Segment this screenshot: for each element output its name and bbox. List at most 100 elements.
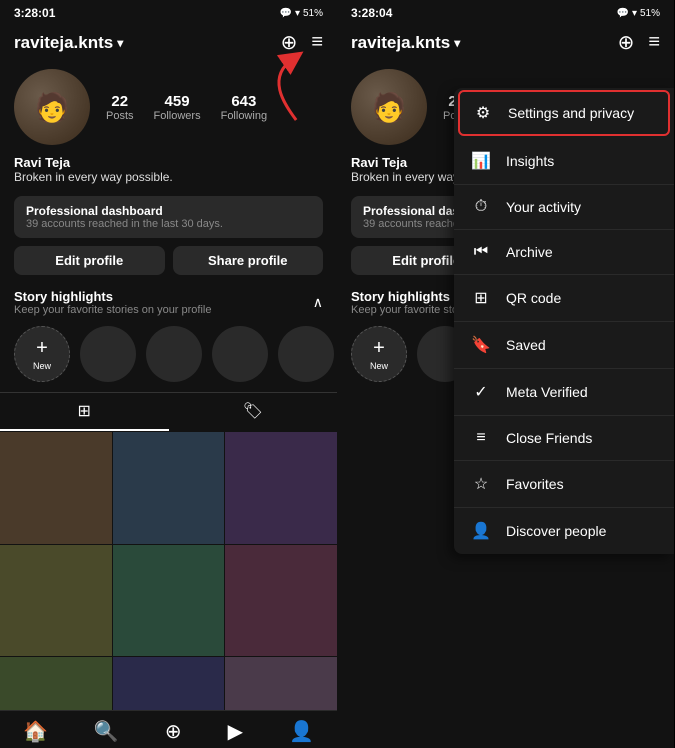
wifi-icon: ▾ (295, 8, 300, 19)
nav-search-icon[interactable]: 🔍 (94, 719, 119, 744)
saved-icon: 🔖 (470, 335, 492, 355)
profile-bio: Broken in every way possible. (14, 170, 323, 184)
photo-cell-2[interactable] (113, 432, 225, 544)
story-highlights-subtitle: Keep your favorite stories on your profi… (14, 304, 212, 316)
status-time-left: 3:28:01 (14, 6, 55, 20)
nav-add-icon[interactable]: ⊕ (165, 719, 182, 744)
settings-icon: ⚙ (472, 103, 494, 123)
photo-cell-9[interactable] (225, 657, 337, 710)
saved-label: Saved (506, 337, 546, 353)
menu-meta-verified[interactable]: ✓ Meta Verified (454, 369, 674, 416)
left-panel: 3:28:01 💬 ▾ 51% raviteja.knts ▾ ⊕ ≡ 🧑 22… (0, 0, 337, 748)
nav-reels-icon[interactable]: ▶ (228, 719, 243, 744)
close-friends-label: Close Friends (506, 430, 592, 446)
dashboard-title: Professional dashboard (26, 204, 311, 218)
whatsapp-icon-right: 💬 (617, 8, 629, 19)
favorites-icon: ☆ (470, 474, 492, 494)
chevron-down-icon-right: ▾ (454, 36, 460, 50)
avatar-left[interactable]: 🧑 (14, 69, 90, 145)
photo-cell-8[interactable] (113, 657, 225, 710)
avatar-image-right: 🧑 (351, 69, 427, 145)
menu-saved[interactable]: 🔖 Saved (454, 322, 674, 369)
new-story-circle[interactable]: + New (14, 326, 70, 382)
stats-left: 22 Posts 459 Followers 643 Following (106, 93, 323, 122)
photo-cell-5[interactable] (113, 545, 225, 657)
whatsapp-icon: 💬 (280, 8, 292, 19)
following-stat[interactable]: 643 Following (221, 93, 267, 122)
menu-close-friends[interactable]: ≡ Close Friends (454, 416, 674, 461)
menu-insights[interactable]: 📊 Insights (454, 138, 674, 185)
grid-tab[interactable]: ⊞ (0, 393, 169, 431)
status-icons-right: 💬 ▾ 51% (617, 8, 661, 19)
menu-icon-right[interactable]: ≡ (648, 31, 660, 54)
nav-home-icon[interactable]: 🏠 (23, 719, 48, 744)
story-circles-left: + New (0, 322, 337, 392)
photo-cell-1[interactable] (0, 432, 112, 544)
status-bar-left: 3:28:01 💬 ▾ 51% (0, 0, 337, 24)
add-icon[interactable]: ⊕ (281, 30, 298, 55)
nav-profile-icon[interactable]: 👤 (289, 719, 314, 744)
photo-cell-6[interactable] (225, 545, 337, 657)
verified-icon: ✓ (470, 382, 492, 402)
profile-name: Ravi Teja (14, 155, 323, 170)
battery-icon: 51% (303, 8, 323, 19)
profile-info-left: Ravi Teja Broken in every way possible. (0, 155, 337, 192)
menu-your-activity[interactable]: ⏱ Your activity (454, 185, 674, 230)
status-time-right: 3:28:04 (351, 6, 392, 20)
battery-icon-right: 51% (640, 8, 660, 19)
insights-label: Insights (506, 153, 554, 169)
your-activity-label: Your activity (506, 199, 581, 215)
story-circle-2[interactable] (146, 326, 202, 382)
photo-cell-7[interactable] (0, 657, 112, 710)
story-highlights-header-left: Story highlights Keep your favorite stor… (0, 285, 337, 322)
chevron-down-icon: ▾ (117, 36, 123, 50)
dashboard-card-left[interactable]: Professional dashboard 39 accounts reach… (14, 196, 323, 238)
menu-icon[interactable]: ≡ (311, 31, 323, 54)
add-icon-right[interactable]: ⊕ (618, 30, 635, 55)
profile-section-left: 🧑 22 Posts 459 Followers 643 Following (0, 63, 337, 155)
status-bar-right: 3:28:04 💬 ▾ 51% (337, 0, 674, 24)
photo-cell-4[interactable] (0, 545, 112, 657)
activity-icon: ⏱ (470, 198, 492, 216)
highlights-collapse-icon[interactable]: ∧ (313, 294, 323, 311)
edit-profile-button[interactable]: Edit profile (14, 246, 165, 275)
username-left[interactable]: raviteja.knts ▾ (14, 33, 123, 53)
photo-grid (0, 432, 337, 710)
action-buttons-left: Edit profile Share profile (0, 246, 337, 285)
settings-privacy-label: Settings and privacy (508, 105, 634, 121)
header-icons-right: ⊕ ≡ (618, 30, 660, 55)
tagged-tab[interactable]: 🏷 (169, 393, 338, 431)
dropdown-menu: ⚙ Settings and privacy 📊 Insights ⏱ Your… (454, 88, 674, 554)
followers-stat[interactable]: 459 Followers (154, 93, 201, 122)
menu-settings-privacy[interactable]: ⚙ Settings and privacy (458, 90, 670, 136)
archive-label: Archive (506, 244, 553, 260)
discover-icon: 👤 (470, 521, 492, 541)
story-circle-1[interactable] (80, 326, 136, 382)
meta-verified-label: Meta Verified (506, 384, 588, 400)
avatar-right[interactable]: 🧑 (351, 69, 427, 145)
menu-archive[interactable]: ⏮ Archive (454, 230, 674, 275)
share-profile-button[interactable]: Share profile (173, 246, 324, 275)
insights-icon: 📊 (470, 151, 492, 171)
header-right: raviteja.knts ▾ ⊕ ≡ (337, 24, 674, 63)
archive-icon: ⏮ (470, 243, 492, 261)
right-panel: 3:28:04 💬 ▾ 51% raviteja.knts ▾ ⊕ ≡ 🧑 22… (337, 0, 674, 748)
qr-icon: ⊞ (470, 288, 492, 308)
photo-cell-3[interactable] (225, 432, 337, 544)
favorites-label: Favorites (506, 476, 564, 492)
status-icons-left: 💬 ▾ 51% (280, 8, 324, 19)
new-story-circle-right[interactable]: + New (351, 326, 407, 382)
dashboard-subtitle: 39 accounts reached in the last 30 days. (26, 218, 311, 230)
grid-tabs-left: ⊞ 🏷 (0, 392, 337, 431)
menu-discover-people[interactable]: 👤 Discover people (454, 508, 674, 554)
header-left: raviteja.knts ▾ ⊕ ≡ (0, 24, 337, 63)
menu-qr-code[interactable]: ⊞ QR code (454, 275, 674, 322)
story-circle-3[interactable] (212, 326, 268, 382)
story-circle-4[interactable] (278, 326, 334, 382)
posts-stat: 22 Posts (106, 93, 134, 122)
story-highlights-title: Story highlights (14, 289, 212, 304)
discover-people-label: Discover people (506, 523, 606, 539)
username-right[interactable]: raviteja.knts ▾ (351, 33, 460, 53)
menu-favorites[interactable]: ☆ Favorites (454, 461, 674, 508)
avatar-image: 🧑 (14, 69, 90, 145)
